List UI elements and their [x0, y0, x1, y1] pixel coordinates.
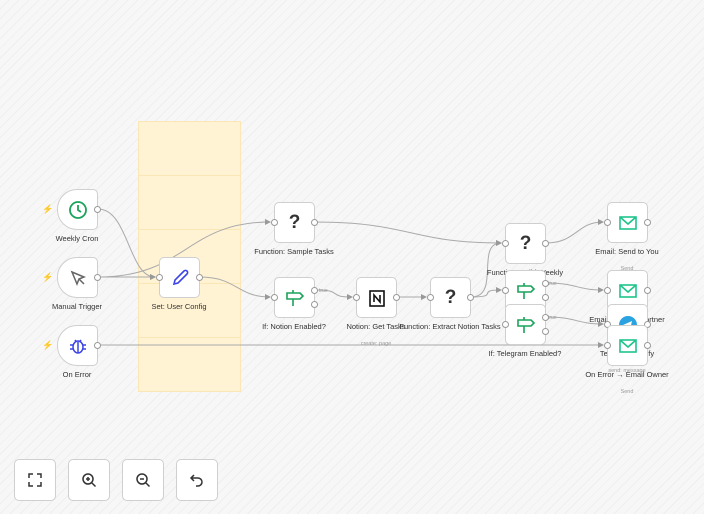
- signpost-icon: [515, 281, 537, 301]
- mail-icon: [618, 282, 638, 300]
- node-cron[interactable]: [57, 189, 98, 230]
- node-iftelegram[interactable]: [505, 304, 546, 345]
- input-handle[interactable]: [502, 287, 509, 294]
- edge-extract-ifpartner[interactable]: [470, 287, 502, 298]
- fullscreen-icon: [28, 473, 42, 487]
- node-manual[interactable]: [57, 257, 98, 298]
- node-onerror[interactable]: [57, 325, 98, 366]
- undo-button[interactable]: [176, 459, 218, 501]
- node-label: On Error → Email Owner: [585, 370, 669, 379]
- edge-label-true: true: [319, 288, 328, 294]
- output-handle-false[interactable]: [311, 301, 318, 308]
- question-icon: ?: [288, 211, 301, 233]
- output-handle-true[interactable]: [542, 314, 549, 321]
- output-handle-false[interactable]: [542, 328, 549, 335]
- pencil-icon: [170, 268, 190, 288]
- output-handle[interactable]: [393, 294, 400, 301]
- zoom-out-icon: [136, 473, 151, 488]
- output-handle[interactable]: [644, 219, 651, 226]
- node-label: Function: Sample Tasks: [254, 247, 334, 256]
- input-handle[interactable]: [604, 287, 611, 294]
- input-handle[interactable]: [604, 342, 611, 349]
- clock-icon: [68, 200, 88, 220]
- output-handle[interactable]: [94, 342, 101, 349]
- input-handle[interactable]: [156, 274, 163, 281]
- node-emailyou[interactable]: [607, 202, 648, 243]
- input-handle[interactable]: [604, 219, 611, 226]
- signpost-icon: [284, 288, 306, 308]
- bug-icon: [68, 336, 88, 356]
- undo-icon: [189, 474, 203, 487]
- node-label: Email: Send to You: [595, 247, 659, 256]
- output-handle-false[interactable]: [542, 294, 549, 301]
- trigger-bolt-icon: ⚡: [42, 340, 54, 350]
- zoom-in-button[interactable]: [68, 459, 110, 501]
- output-handle-true[interactable]: [311, 287, 318, 294]
- output-handle[interactable]: [644, 287, 651, 294]
- input-handle[interactable]: [502, 240, 509, 247]
- zoom-out-button[interactable]: [122, 459, 164, 501]
- zoom-in-icon: [82, 473, 97, 488]
- node-label: Set: User Config: [151, 302, 207, 311]
- input-handle[interactable]: [502, 321, 509, 328]
- output-handle[interactable]: [311, 219, 318, 226]
- workflow-canvas[interactable]: [0, 0, 704, 514]
- output-handle[interactable]: [542, 240, 549, 247]
- node-ifnotion[interactable]: [274, 277, 315, 318]
- node-emailowner[interactable]: [607, 325, 648, 366]
- signpost-icon: [515, 315, 537, 335]
- node-build[interactable]: ?: [505, 223, 546, 264]
- output-handle[interactable]: [644, 342, 651, 349]
- node-sample[interactable]: ?: [274, 202, 315, 243]
- question-icon: ?: [519, 232, 532, 254]
- node-subtitle: create: page: [360, 341, 392, 347]
- mail-icon: [618, 214, 638, 232]
- notion-icon: [367, 288, 387, 308]
- edge-build-emailyou[interactable]: [545, 219, 604, 244]
- connections: [97, 208, 604, 348]
- edge-sample-build[interactable]: [314, 221, 502, 246]
- output-handle[interactable]: [467, 294, 474, 301]
- trigger-bolt-icon: ⚡: [42, 272, 54, 282]
- input-handle[interactable]: [353, 294, 360, 301]
- edge-label-true: true: [548, 281, 557, 287]
- node-set[interactable]: [159, 257, 200, 298]
- output-handle-true[interactable]: [542, 280, 549, 287]
- output-handle[interactable]: [94, 206, 101, 213]
- output-handle[interactable]: [196, 274, 203, 281]
- cursor-icon: [69, 269, 87, 287]
- node-notion[interactable]: [356, 277, 397, 318]
- input-handle[interactable]: [427, 294, 434, 301]
- input-handle[interactable]: [271, 294, 278, 301]
- node-label: Weekly Cron: [55, 234, 99, 243]
- mail-icon: [618, 337, 638, 355]
- node-subtitle: Send: [620, 389, 634, 395]
- output-handle[interactable]: [94, 274, 101, 281]
- input-handle[interactable]: [271, 219, 278, 226]
- question-icon: ?: [444, 286, 457, 308]
- trigger-bolt-icon: ⚡: [42, 204, 54, 214]
- node-extract[interactable]: ?: [430, 277, 471, 318]
- fit-view-button[interactable]: [14, 459, 56, 501]
- node-label: On Error: [62, 370, 92, 379]
